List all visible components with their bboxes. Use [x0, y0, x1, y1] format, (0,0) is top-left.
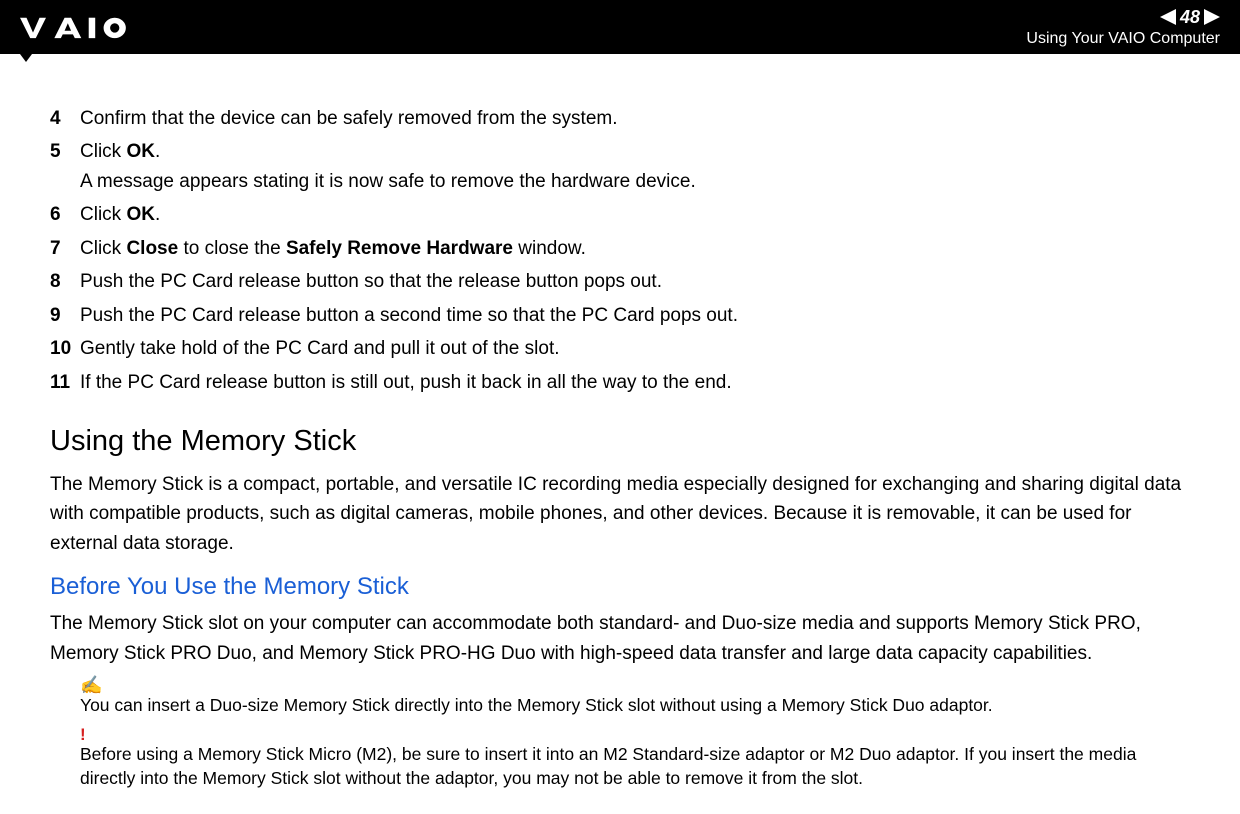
step-text: Confirm that the device can be safely re… — [80, 104, 1190, 133]
step-number: 4 — [50, 104, 80, 133]
step-text: Push the PC Card release button a second… — [80, 301, 1190, 330]
page-nav: 48 — [1160, 7, 1220, 28]
pencil-note-icon: ✍ — [80, 676, 1190, 694]
step-item: 8 Push the PC Card release button so tha… — [50, 267, 1190, 296]
step-text: Click OK. — [80, 200, 1190, 229]
step-number: 7 — [50, 234, 80, 263]
header-right: 48 Using Your VAIO Computer — [1026, 7, 1220, 48]
prev-page-arrow-icon[interactable] — [1160, 9, 1176, 25]
step-text: If the PC Card release button is still o… — [80, 368, 1190, 397]
step-item: 10 Gently take hold of the PC Card and p… — [50, 334, 1190, 363]
next-page-arrow-icon[interactable] — [1204, 9, 1220, 25]
step-number: 9 — [50, 301, 80, 330]
vaio-logo — [20, 15, 150, 39]
step-number: 5 — [50, 137, 80, 196]
step-item: 4 Confirm that the device can be safely … — [50, 104, 1190, 133]
step-number: 8 — [50, 267, 80, 296]
step-text: Gently take hold of the PC Card and pull… — [80, 334, 1190, 363]
step-item: 7 Click Close to close the Safely Remove… — [50, 234, 1190, 263]
header-marker-icon — [20, 54, 32, 62]
step-text: Click OK.A message appears stating it is… — [80, 137, 1190, 196]
note-text: You can insert a Duo-size Memory Stick d… — [80, 694, 1190, 718]
step-number: 10 — [50, 334, 80, 363]
paragraph: The Memory Stick slot on your computer c… — [50, 609, 1190, 668]
section-label: Using Your VAIO Computer — [1026, 30, 1220, 48]
step-number: 11 — [50, 368, 80, 397]
step-list: 4 Confirm that the device can be safely … — [50, 104, 1190, 397]
step-item: 6 Click OK. — [50, 200, 1190, 229]
note-text: Before using a Memory Stick Micro (M2), … — [80, 743, 1190, 790]
step-item: 5 Click OK.A message appears stating it … — [50, 137, 1190, 196]
page-number: 48 — [1180, 7, 1200, 28]
page-content: 4 Confirm that the device can be safely … — [0, 54, 1240, 790]
paragraph: The Memory Stick is a compact, portable,… — [50, 470, 1190, 558]
note-tip: ✍ You can insert a Duo-size Memory Stick… — [80, 676, 1190, 718]
page-header: 48 Using Your VAIO Computer — [0, 0, 1240, 54]
note-warning: ! Before using a Memory Stick Micro (M2)… — [80, 726, 1190, 790]
step-number: 6 — [50, 200, 80, 229]
step-text: Push the PC Card release button so that … — [80, 267, 1190, 296]
step-item: 11 If the PC Card release button is stil… — [50, 368, 1190, 397]
heading-before-you-use: Before You Use the Memory Stick — [50, 568, 1190, 605]
step-item: 9 Push the PC Card release button a seco… — [50, 301, 1190, 330]
exclamation-warning-icon: ! — [80, 726, 1190, 743]
step-text: Click Close to close the Safely Remove H… — [80, 234, 1190, 263]
heading-using-memory-stick: Using the Memory Stick — [50, 419, 1190, 464]
